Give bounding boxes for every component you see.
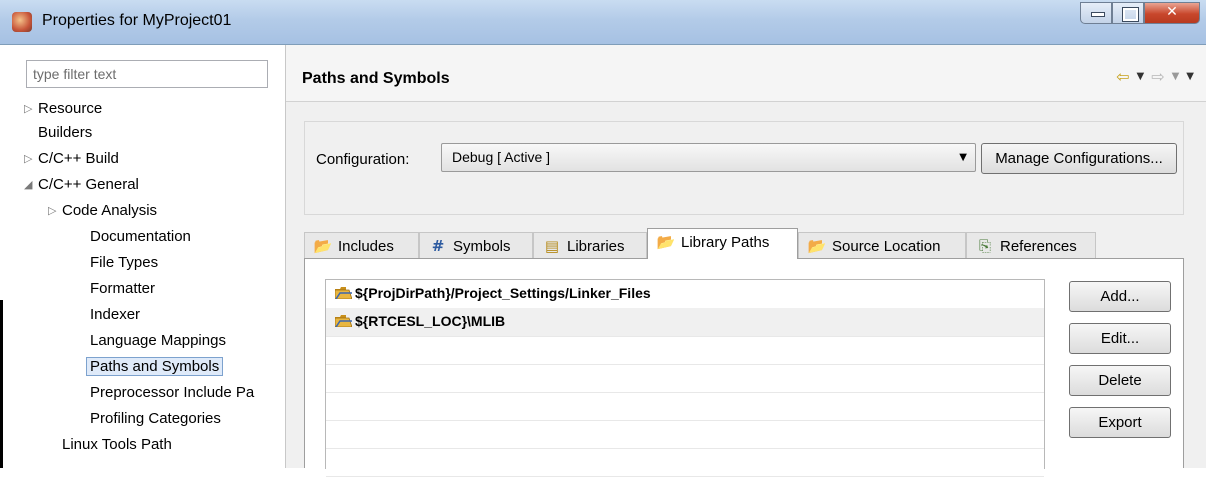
- library-paths-panel: ${ProjDirPath}/Project_Settings/Linker_F…: [304, 258, 1184, 477]
- back-dropdown-icon[interactable]: ▼: [1136, 71, 1144, 86]
- maximize-button[interactable]: [1112, 2, 1144, 24]
- view-menu-icon[interactable]: ▼: [1186, 71, 1194, 86]
- minimize-button[interactable]: [1080, 2, 1112, 24]
- hash-icon: #: [431, 237, 445, 255]
- configuration-value: Debug [ Active ]: [452, 149, 551, 165]
- minimize-icon: [1091, 12, 1105, 17]
- tree-item-documentation[interactable]: Documentation: [90, 225, 191, 249]
- expand-arrow-icon[interactable]: ▷: [24, 97, 32, 121]
- title-bar: Properties for MyProject01 ✕: [0, 0, 1206, 45]
- source-folder-icon: 📂: [807, 237, 827, 255]
- include-folder-icon: 📂: [313, 237, 333, 255]
- tree-item-paths-and-symbols[interactable]: Paths and Symbols: [86, 355, 224, 379]
- tree-item-preprocessor-include-paths[interactable]: Preprocessor Include Pa: [90, 381, 254, 405]
- window-title: Properties for MyProject01: [42, 12, 232, 29]
- tree-item-cpp-general[interactable]: ◢ C/C++ General: [24, 173, 139, 197]
- manage-configurations-button[interactable]: Manage Configurations...: [981, 143, 1177, 174]
- forward-dropdown-icon[interactable]: ▼: [1172, 71, 1180, 86]
- folder-icon: [335, 287, 352, 299]
- path-text: ${ProjDirPath}/Project_Settings/Linker_F…: [355, 285, 651, 301]
- configuration-select[interactable]: Debug [ Active ] ▼: [441, 143, 976, 172]
- edit-button[interactable]: Edit...: [1069, 323, 1171, 354]
- empty-row: [326, 420, 1044, 449]
- tree-item-profiling-categories[interactable]: Profiling Categories: [90, 407, 221, 431]
- page-title: Paths and Symbols: [302, 70, 450, 87]
- chevron-down-icon: ▼: [959, 152, 967, 163]
- library-paths-list[interactable]: ${ProjDirPath}/Project_Settings/Linker_F…: [325, 279, 1045, 477]
- forward-arrow-icon[interactable]: ⇨: [1151, 67, 1164, 86]
- empty-row: [326, 392, 1044, 421]
- path-text: ${RTCESL_LOC}\MLIB: [355, 313, 506, 329]
- folder-icon: 📂: [656, 233, 676, 251]
- library-books-icon: ▤: [544, 237, 560, 255]
- tab-symbols[interactable]: # Symbols: [419, 232, 533, 259]
- tree-item-builders[interactable]: Builders: [38, 121, 92, 145]
- close-icon: ✕: [1166, 4, 1178, 20]
- delete-button[interactable]: Delete: [1069, 365, 1171, 396]
- list-item[interactable]: ${RTCESL_LOC}\MLIB: [326, 308, 1044, 337]
- empty-row: [326, 336, 1044, 365]
- expand-arrow-icon[interactable]: ▷: [48, 199, 56, 223]
- tree-item-code-analysis[interactable]: ▷ Code Analysis: [48, 199, 157, 223]
- maximize-icon: [1122, 7, 1139, 22]
- list-item[interactable]: ${ProjDirPath}/Project_Settings/Linker_F…: [326, 280, 1044, 309]
- empty-row: [326, 448, 1044, 477]
- history-nav: ⇦ ▼ ⇨ ▼ ▼: [1116, 67, 1194, 86]
- references-icon: ⎘: [978, 237, 991, 255]
- window-edge: [0, 300, 3, 468]
- page-header: Paths and Symbols ⇦ ▼ ⇨ ▼ ▼: [286, 45, 1206, 102]
- configuration-group: Configuration: Debug [ Active ] ▼ Manage…: [304, 121, 1184, 215]
- filter-input[interactable]: [26, 60, 268, 88]
- tab-library-paths[interactable]: 📂 Library Paths: [647, 228, 798, 259]
- close-button[interactable]: ✕: [1144, 2, 1200, 24]
- tab-source-location[interactable]: 📂 Source Location: [798, 232, 966, 259]
- expand-arrow-icon[interactable]: ▷: [24, 147, 32, 171]
- export-button[interactable]: Export: [1069, 407, 1171, 438]
- back-arrow-icon[interactable]: ⇦: [1116, 67, 1129, 86]
- property-tree-pane: ▷ Resource Builders ▷ C/C++ Build ◢ C/C+…: [0, 45, 286, 468]
- tab-includes[interactable]: 📂 Includes: [304, 232, 419, 259]
- tree-item-language-mappings[interactable]: Language Mappings: [90, 329, 226, 353]
- tree-item-file-types[interactable]: File Types: [90, 251, 158, 275]
- tab-libraries[interactable]: ▤ Libraries: [533, 232, 647, 259]
- collapse-arrow-icon[interactable]: ◢: [24, 173, 32, 197]
- tree-item-formatter[interactable]: Formatter: [90, 277, 155, 301]
- tree-item-resource[interactable]: ▷ Resource: [24, 97, 102, 121]
- add-button[interactable]: Add...: [1069, 281, 1171, 312]
- configuration-label: Configuration:: [316, 151, 410, 168]
- tab-references[interactable]: ⎘ References: [966, 232, 1096, 259]
- tree-item-cpp-build[interactable]: ▷ C/C++ Build: [24, 147, 119, 171]
- empty-row: [326, 364, 1044, 393]
- tree-item-linux-tools-path[interactable]: Linux Tools Path: [62, 433, 172, 457]
- window-controls: ✕: [1080, 2, 1200, 24]
- property-page: Paths and Symbols ⇦ ▼ ⇨ ▼ ▼ Configuratio…: [286, 45, 1206, 477]
- folder-icon: [335, 315, 352, 327]
- app-icon: [12, 12, 32, 32]
- tree-item-indexer[interactable]: Indexer: [90, 303, 140, 327]
